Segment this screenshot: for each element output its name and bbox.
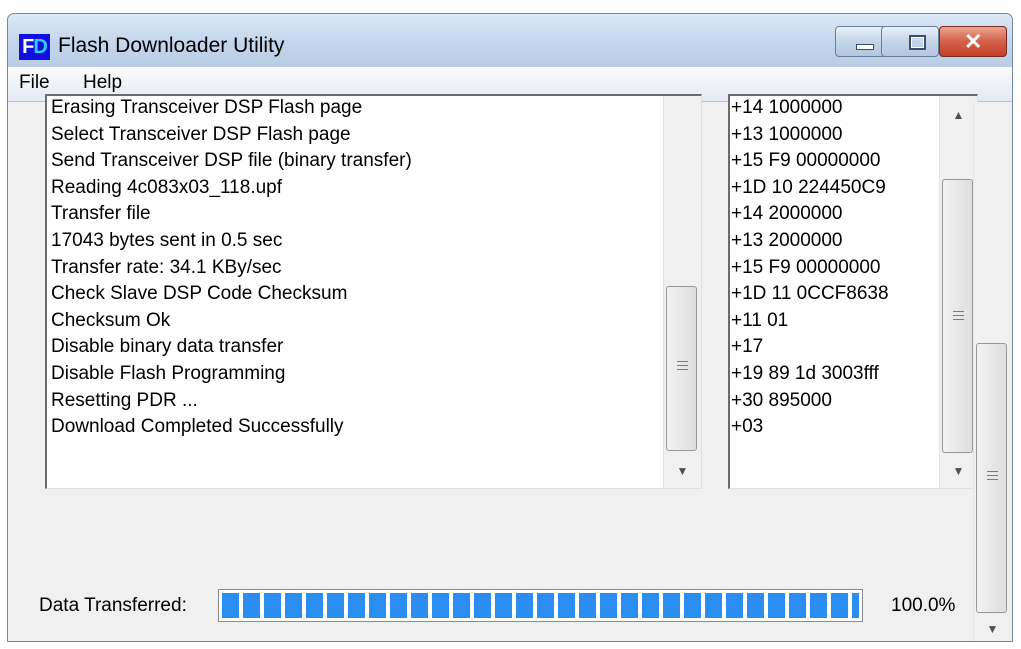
client-area: Erasing Transceiver DSP Flash page Select…: [8, 94, 1012, 641]
command-line[interactable]: +15 F9 00000000: [731, 255, 889, 282]
command-line[interactable]: +1D 10 224450C9: [731, 175, 889, 202]
command-line[interactable]: +13 2000000: [731, 228, 889, 255]
command-line[interactable]: +17: [731, 334, 889, 361]
close-icon: ✕: [964, 29, 983, 54]
command-lines: +14 1000000 +13 1000000 +15 F9 00000000 +1D…: [731, 96, 889, 441]
menu-help[interactable]: Help: [83, 72, 122, 94]
progress-bar: [218, 589, 863, 622]
app-icon: FD: [19, 34, 50, 60]
grip-icon: [677, 361, 688, 370]
scroll-up-arrow-icon[interactable]: ▲: [940, 108, 977, 122]
window-scroll-thumb[interactable]: [976, 343, 1007, 613]
window-scrollbar[interactable]: ▼: [973, 102, 1012, 641]
command-line[interactable]: +1D 11 0CCF8638: [731, 281, 889, 308]
log-line[interactable]: Send Transceiver DSP file (binary transf…: [51, 148, 412, 175]
command-line[interactable]: +19 89 1d 3003fff: [731, 361, 889, 388]
command-line[interactable]: +14 2000000: [731, 201, 889, 228]
progress-percent: 100.0%: [891, 595, 956, 616]
command-line[interactable]: +14 1000000: [731, 96, 889, 122]
command-line[interactable]: +15 F9 00000000: [731, 148, 889, 175]
progress-label: Data Transferred:: [39, 595, 187, 616]
window-title: Flash Downloader Utility: [58, 34, 285, 57]
command-listbox[interactable]: +14 1000000 +13 1000000 +15 F9 00000000 +1D…: [728, 94, 978, 489]
log-line[interactable]: Select Transceiver DSP Flash page: [51, 122, 412, 149]
log-lines: Erasing Transceiver DSP Flash page Select…: [51, 96, 412, 441]
log-line[interactable]: Checksum Ok: [51, 308, 412, 335]
command-line[interactable]: +03: [731, 414, 889, 441]
progress-fill: [222, 593, 859, 618]
log-line[interactable]: Erasing Transceiver DSP Flash page: [51, 96, 412, 122]
log-line[interactable]: Disable Flash Programming: [51, 361, 412, 388]
command-scroll-thumb[interactable]: [942, 179, 973, 453]
log-line[interactable]: 17043 bytes sent in 0.5 sec: [51, 228, 412, 255]
log-line[interactable]: Transfer rate: 34.1 KBy/sec: [51, 255, 412, 282]
log-line[interactable]: Download Completed Successfully: [51, 414, 412, 441]
scroll-down-arrow-icon[interactable]: ▼: [664, 464, 701, 478]
close-button[interactable]: ✕: [939, 26, 1007, 57]
grip-icon: [987, 471, 998, 480]
log-line[interactable]: Reading 4c083x03_118.upf: [51, 175, 412, 202]
main-window: FD Flash Downloader Utility ✕ File Help …: [7, 13, 1013, 642]
log-listbox[interactable]: Erasing Transceiver DSP Flash page Select…: [45, 94, 702, 489]
log-line[interactable]: Transfer file: [51, 201, 412, 228]
command-line[interactable]: +11 01: [731, 308, 889, 335]
command-line[interactable]: +13 1000000: [731, 122, 889, 149]
log-line[interactable]: Check Slave DSP Code Checksum: [51, 281, 412, 308]
maximize-button[interactable]: [881, 26, 939, 57]
maximize-icon: [909, 35, 926, 50]
scroll-down-arrow-icon[interactable]: ▼: [974, 622, 1011, 636]
log-line[interactable]: Resetting PDR ...: [51, 388, 412, 415]
log-scrollbar[interactable]: ▼: [663, 96, 701, 488]
log-line[interactable]: Disable binary data transfer: [51, 334, 412, 361]
title-bar[interactable]: FD Flash Downloader Utility ✕: [8, 14, 1012, 67]
minimize-icon: [856, 44, 874, 50]
command-scrollbar[interactable]: ▲ ▼: [939, 96, 977, 488]
grip-icon: [953, 311, 964, 320]
menu-file[interactable]: File: [19, 72, 50, 94]
log-scroll-thumb[interactable]: [666, 286, 697, 451]
command-line[interactable]: +30 895000: [731, 388, 889, 415]
scroll-down-arrow-icon[interactable]: ▼: [940, 464, 977, 478]
